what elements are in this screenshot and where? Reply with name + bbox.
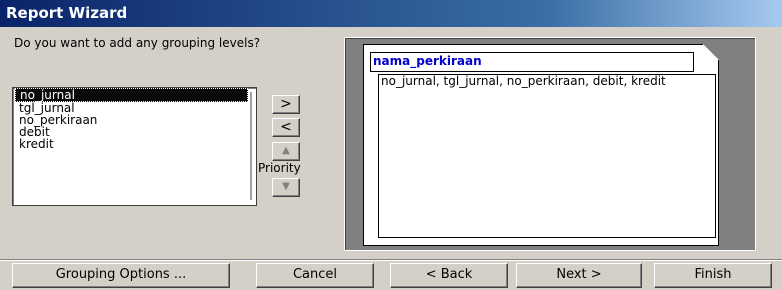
field-item-kredit[interactable]: kredit bbox=[15, 138, 248, 150]
grouping-question: Do you want to add any grouping levels? bbox=[14, 36, 261, 50]
grouping-options-button[interactable]: Grouping Options ... bbox=[12, 263, 230, 288]
detail-fields-box: no_jurnal, tgl_jurnal, no_perkiraan, deb… bbox=[378, 74, 716, 238]
available-fields-listbox[interactable]: no_jurnal tgl_jurnal no_perkiraan debit … bbox=[12, 87, 257, 206]
field-item-no-jurnal[interactable]: no_jurnal bbox=[15, 88, 248, 102]
cancel-button[interactable]: Cancel bbox=[256, 263, 374, 288]
add-group-button[interactable]: > bbox=[272, 95, 300, 114]
next-button[interactable]: Next > bbox=[516, 263, 642, 288]
window-title: Report Wizard bbox=[6, 4, 128, 22]
priority-down-button[interactable]: ▼ bbox=[272, 178, 300, 197]
grouping-preview-pane: nama_perkiraan no_jurnal, tgl_jurnal, no… bbox=[344, 37, 756, 251]
preview-paper: nama_perkiraan no_jurnal, tgl_jurnal, no… bbox=[363, 44, 719, 246]
priority-up-button[interactable]: ▲ bbox=[272, 142, 300, 161]
priority-label: Priority bbox=[258, 161, 301, 175]
report-wizard-window: Report Wizard Do you want to add any gro… bbox=[0, 0, 782, 290]
back-button[interactable]: < Back bbox=[390, 263, 508, 288]
title-bar[interactable]: Report Wizard bbox=[0, 0, 782, 27]
detail-fields-text: no_jurnal, tgl_jurnal, no_perkiraan, deb… bbox=[381, 74, 666, 88]
group-level-field: nama_perkiraan bbox=[370, 52, 694, 72]
remove-group-button[interactable]: < bbox=[272, 118, 300, 137]
finish-button[interactable]: Finish bbox=[654, 263, 772, 288]
page-fold-icon bbox=[703, 44, 719, 60]
listbox-scroll-divider bbox=[250, 92, 252, 200]
button-separator bbox=[0, 259, 782, 261]
